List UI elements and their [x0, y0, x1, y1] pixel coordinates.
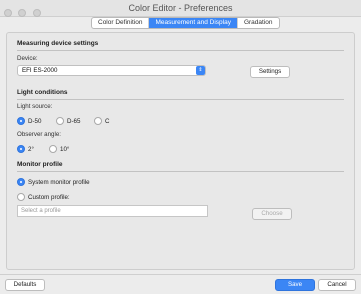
radio-c[interactable]: C — [94, 117, 109, 125]
section-divider — [17, 99, 344, 100]
observer-angle-label: Observer angle: — [17, 131, 62, 138]
tab-gradation[interactable]: Gradation — [238, 18, 279, 28]
radio-dot — [56, 117, 64, 125]
tab-measurement-and-display[interactable]: Measurement and Display — [149, 18, 238, 28]
settings-button[interactable]: Settings — [250, 66, 290, 78]
monitor-section-title: Monitor profile — [17, 161, 63, 168]
radio-label: 2° — [28, 145, 34, 153]
radio-dot — [17, 193, 25, 201]
light-section-title: Light conditions — [17, 89, 68, 96]
device-label: Device: — [17, 55, 38, 62]
radio-angle-10[interactable]: 10° — [49, 145, 69, 153]
save-button[interactable]: Save — [275, 279, 315, 291]
defaults-button[interactable]: Defaults — [5, 279, 45, 291]
tab-panel: Measuring device settings Device: EFI ES… — [6, 32, 355, 270]
radio-system-monitor-profile[interactable]: System monitor profile — [17, 178, 90, 186]
device-select[interactable]: EFI ES-2000 ⇕ — [17, 65, 206, 76]
radio-label: D-50 — [28, 117, 42, 125]
tab-color-definition[interactable]: Color Definition — [92, 18, 150, 28]
radio-label: 10° — [60, 145, 70, 153]
section-divider — [17, 50, 344, 51]
cancel-button[interactable]: Cancel — [318, 279, 356, 291]
radio-dot — [94, 117, 102, 125]
radio-dot — [49, 145, 57, 153]
radio-label: System monitor profile — [28, 178, 90, 186]
radio-dot — [17, 145, 25, 153]
radio-d50[interactable]: D-50 — [17, 117, 41, 125]
section-divider — [17, 171, 344, 172]
title-bar: Color Editor - Preferences — [0, 0, 361, 17]
radio-label: Custom profile: — [28, 193, 70, 201]
radio-label: C — [105, 117, 110, 125]
radio-custom-profile[interactable]: Custom profile: — [17, 193, 70, 201]
device-value: EFI ES-2000 — [22, 67, 58, 74]
light-source-label: Light source: — [17, 103, 53, 110]
chevron-updown-icon: ⇕ — [196, 66, 205, 75]
preferences-window: Color Editor - Preferences Color Definit… — [0, 0, 361, 294]
choose-button[interactable]: Choose — [252, 208, 292, 220]
radio-dot — [17, 117, 25, 125]
radio-label: D-65 — [67, 117, 81, 125]
radio-dot — [17, 178, 25, 186]
measuring-section-title: Measuring device settings — [17, 40, 99, 47]
tab-bar: Color Definition Measurement and Display… — [91, 17, 280, 29]
window-title: Color Editor - Preferences — [128, 3, 233, 13]
radio-angle-2[interactable]: 2° — [17, 145, 34, 153]
profile-input[interactable]: Select a profile — [17, 205, 208, 217]
footer-divider — [0, 274, 361, 275]
radio-d65[interactable]: D-65 — [56, 117, 80, 125]
